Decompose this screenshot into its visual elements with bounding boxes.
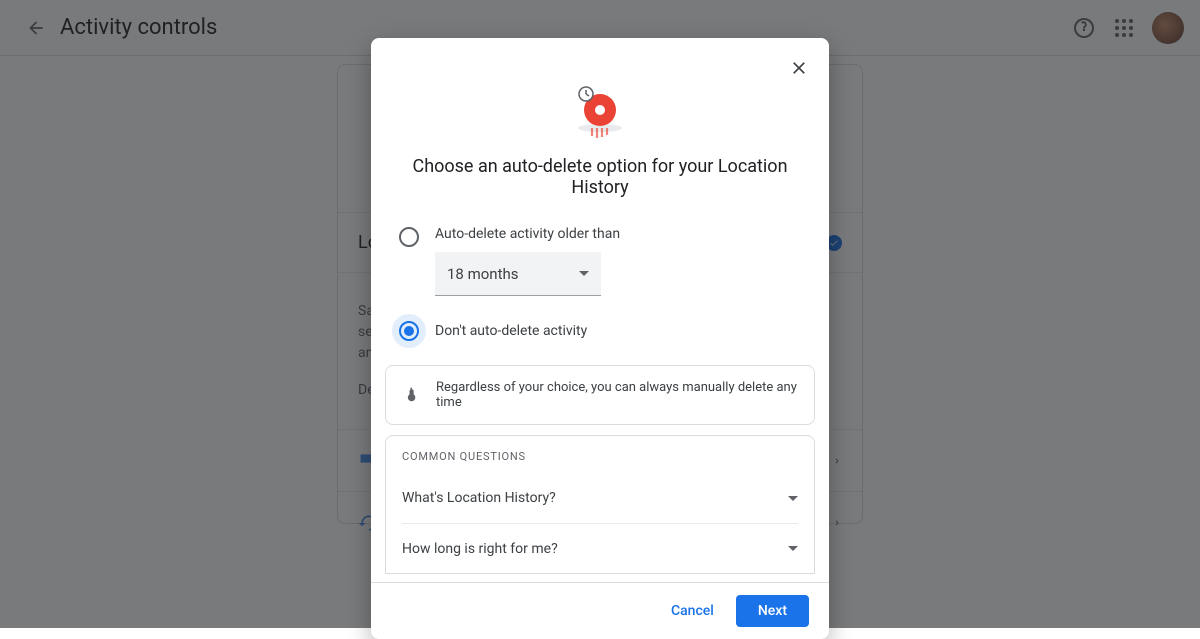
faq-question: How long is right for me? [402,541,558,557]
dialog-hero-illustration [371,82,829,138]
faq-item[interactable]: What's Location History? [402,473,798,523]
touch-icon [402,385,422,405]
radio-auto-delete[interactable] [399,227,419,247]
chevron-down-icon [788,546,798,551]
dialog-title: Choose an auto-delete option for your Lo… [371,138,829,226]
faq-question: What's Location History? [402,490,556,506]
option-label: Don't auto-delete activity [435,323,587,339]
faq-heading: Common questions [402,450,798,463]
info-text: Regardless of your choice, you can alway… [436,380,798,410]
faq-section: Common questions What's Location History… [385,435,815,574]
duration-select[interactable]: 18 months [435,252,601,296]
radio-dont-auto-delete[interactable] [399,321,419,341]
option-label: Auto-delete activity older than [435,226,620,242]
modal-overlay: Choose an auto-delete option for your Lo… [0,0,1200,628]
info-callout: Regardless of your choice, you can alway… [385,365,815,425]
cancel-button[interactable]: Cancel [659,595,726,627]
chevron-down-icon [579,271,589,276]
select-value: 18 months [447,265,518,283]
dialog-actions: Cancel Next [371,582,829,639]
auto-delete-dialog: Choose an auto-delete option for your Lo… [371,38,829,639]
chevron-down-icon [788,496,798,501]
close-icon [789,58,809,78]
faq-item[interactable]: How long is right for me? [402,523,798,573]
next-button[interactable]: Next [736,595,809,627]
